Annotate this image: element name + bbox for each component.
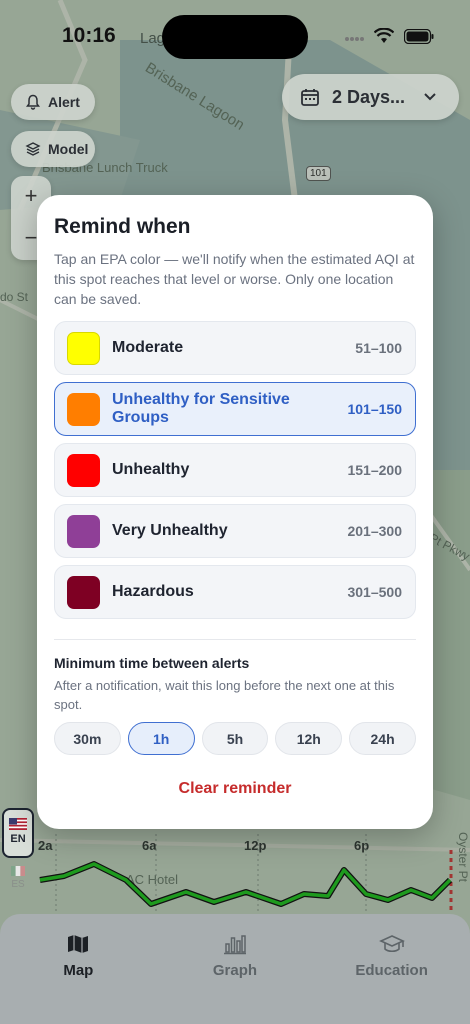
date-range-dropdown[interactable]: 2 Days...: [282, 74, 459, 120]
us-flag-icon: [9, 818, 27, 830]
aqi-level-very-unhealthy[interactable]: Very Unhealthy 201–300: [54, 504, 416, 558]
interval-chip-30m[interactable]: 30m: [54, 722, 121, 755]
language-es-button[interactable]: ES: [2, 866, 34, 890]
interval-chip-5h[interactable]: 5h: [201, 722, 269, 755]
language-es-label: ES: [11, 879, 25, 890]
map-icon: [68, 935, 89, 953]
clear-reminder-button[interactable]: Clear reminder: [37, 780, 433, 798]
graduation-cap-icon: [378, 935, 405, 953]
aqi-level-name: Moderate: [112, 339, 184, 356]
tab-graph-label: Graph: [212, 962, 258, 979]
aqi-level-name: Unhealthy: [112, 461, 190, 478]
aqi-level-range: 201–300: [347, 523, 402, 539]
date-range-label: 2 Days...: [332, 86, 406, 107]
aqi-level-range: 151–200: [347, 462, 402, 478]
aqi-level-moderate[interactable]: Moderate 51–100: [54, 321, 416, 375]
min-time-description: After a notification, wait this long bef…: [54, 678, 395, 712]
cellular-signal-icon: [345, 37, 364, 41]
aqi-level-name: Unhealthy for Sensitive Groups: [112, 391, 290, 426]
tab-bar: Map Graph Education: [0, 914, 470, 1024]
interval-selector: 30m 1h 5h 12h 24h: [54, 722, 416, 755]
min-time-title: Minimum time between alerts: [54, 655, 250, 671]
tab-education[interactable]: Education: [332, 932, 452, 1024]
language-en-label: EN: [10, 833, 26, 845]
aqi-color-swatch: [67, 392, 100, 426]
wifi-icon: [374, 28, 394, 43]
model-button-label: Model: [48, 141, 89, 157]
bell-icon: [26, 94, 40, 110]
modal-description: Tap an EPA color — we'll notify when the…: [54, 251, 415, 307]
interval-chip-1h[interactable]: 1h: [127, 722, 195, 755]
aqi-level-name: Hazardous: [112, 583, 194, 600]
aqi-color-swatch: [67, 331, 100, 365]
tab-education-label: Education: [355, 962, 428, 979]
battery-icon: [404, 28, 434, 44]
language-switcher: EN ES: [2, 808, 34, 908]
status-time: 10:16: [62, 24, 116, 47]
modal-title: Remind when: [54, 215, 191, 238]
section-divider: [54, 639, 416, 640]
status-icons: [344, 28, 434, 44]
tab-map[interactable]: Map: [18, 932, 138, 1024]
aqi-color-swatch: [67, 575, 100, 609]
layers-icon: [25, 142, 41, 156]
aqi-level-list: Moderate 51–100 Unhealthy for Sensitive …: [54, 321, 416, 626]
aqi-level-range: 51–100: [355, 340, 402, 356]
alert-button[interactable]: Alert: [11, 84, 95, 120]
mx-flag-icon: [11, 866, 25, 876]
tab-graph[interactable]: Graph: [175, 932, 295, 1024]
aqi-level-range: 101–150: [347, 401, 402, 417]
aqi-level-usg[interactable]: Unhealthy for Sensitive Groups 101–150: [54, 382, 416, 436]
aqi-level-name: Very Unhealthy: [112, 522, 228, 539]
reminder-modal: Remind when Tap an EPA color — we'll not…: [37, 195, 433, 829]
model-button[interactable]: Model: [11, 131, 95, 167]
calendar-icon: [301, 89, 319, 106]
aqi-level-unhealthy[interactable]: Unhealthy 151–200: [54, 443, 416, 497]
aqi-level-hazardous[interactable]: Hazardous 301–500: [54, 565, 416, 619]
aqi-color-swatch: [67, 514, 100, 548]
language-en-button[interactable]: EN: [2, 808, 34, 858]
aqi-color-swatch: [67, 453, 100, 487]
bar-chart-icon: [223, 935, 246, 955]
aqi-level-range: 301–500: [347, 584, 402, 600]
tab-map-label: Map: [63, 962, 94, 979]
alert-button-label: Alert: [48, 94, 80, 110]
status-bar: 10:16: [0, 0, 470, 70]
chevron-down-icon: [424, 93, 436, 101]
aqi-timeline[interactable]: 2a 6a 12p 6p: [36, 832, 470, 912]
dynamic-island: [162, 15, 308, 59]
interval-chip-12h[interactable]: 12h: [275, 722, 343, 755]
interval-chip-24h[interactable]: 24h: [349, 722, 416, 755]
timeline-line-chart: [39, 834, 453, 912]
